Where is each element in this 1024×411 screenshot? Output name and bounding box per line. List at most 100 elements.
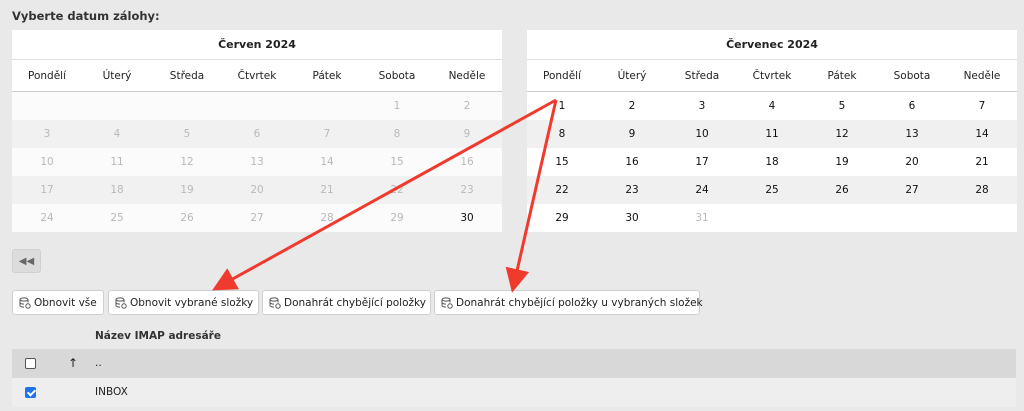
day-cell[interactable]: 2 bbox=[597, 91, 667, 120]
day-cell[interactable]: 23 bbox=[597, 176, 667, 204]
day-cell: 22 bbox=[362, 176, 432, 204]
weekday-header: Pátek bbox=[292, 59, 362, 92]
upload-missing-label: Donahrát chybějící položky bbox=[284, 296, 426, 309]
day-cell: 1 bbox=[362, 91, 432, 120]
calendar-week-row: 22 23 24 25 26 27 28 bbox=[527, 176, 1017, 204]
day-cell[interactable]: 4 bbox=[737, 91, 807, 120]
day-cell[interactable]: 1 bbox=[527, 91, 597, 120]
calendar-week-row: 3456789 bbox=[12, 120, 502, 148]
empty-day-cell bbox=[807, 204, 877, 232]
day-cell: 17 bbox=[12, 176, 82, 204]
empty-day-cell bbox=[82, 91, 152, 120]
day-cell[interactable]: 3 bbox=[667, 91, 737, 120]
day-cell[interactable]: 26 bbox=[807, 176, 877, 204]
row-checkbox[interactable] bbox=[25, 387, 36, 398]
day-cell: 11 bbox=[82, 148, 152, 176]
rewind-icon: ◀◀ bbox=[18, 255, 35, 267]
empty-day-cell bbox=[152, 91, 222, 120]
calendar-week-row: 12 bbox=[12, 91, 502, 120]
empty-day-cell bbox=[737, 204, 807, 232]
day-cell[interactable]: 6 bbox=[877, 91, 947, 120]
previous-month-button[interactable]: ◀◀ bbox=[12, 249, 41, 273]
day-cell[interactable]: 21 bbox=[947, 148, 1017, 176]
restore-all-button[interactable]: Obnovit vše bbox=[12, 290, 104, 315]
day-cell[interactable]: 18 bbox=[737, 148, 807, 176]
backup-date-prompt: Vyberte datum zálohy: bbox=[12, 9, 160, 23]
day-cell: 8 bbox=[362, 120, 432, 148]
empty-day-cell bbox=[222, 91, 292, 120]
day-cell[interactable]: 19 bbox=[807, 148, 877, 176]
day-cell: 7 bbox=[292, 120, 362, 148]
day-cell[interactable]: 17 bbox=[667, 148, 737, 176]
day-cell[interactable]: 14 bbox=[947, 120, 1017, 148]
calendar-title: Červenec 2024 bbox=[527, 30, 1017, 60]
day-cell: 2 bbox=[432, 91, 502, 120]
empty-day-cell bbox=[877, 204, 947, 232]
day-cell: 31 bbox=[667, 204, 737, 232]
empty-day-cell bbox=[947, 204, 1017, 232]
calendar-week-row: 15 16 17 18 19 20 21 bbox=[527, 148, 1017, 176]
arrow-up-icon[interactable]: ↑ bbox=[68, 356, 78, 370]
day-cell: 24 bbox=[12, 204, 82, 232]
day-cell[interactable]: 10 bbox=[667, 120, 737, 148]
database-restore-icon bbox=[441, 296, 453, 309]
day-cell: 18 bbox=[82, 176, 152, 204]
day-cell: 6 bbox=[222, 120, 292, 148]
day-cell[interactable]: 28 bbox=[947, 176, 1017, 204]
day-cell: 28 bbox=[292, 204, 362, 232]
weekday-header: Úterý bbox=[597, 59, 667, 92]
folder-name: INBOX bbox=[95, 386, 128, 398]
calendar-week-row: 24 25 26 27 28 29 30 bbox=[12, 204, 502, 232]
restore-all-label: Obnovit vše bbox=[34, 296, 97, 309]
folder-name-column-header[interactable]: Název IMAP adresáře bbox=[95, 330, 221, 342]
day-cell: 5 bbox=[152, 120, 222, 148]
day-cell[interactable]: 30 bbox=[432, 204, 502, 232]
row-checkbox[interactable] bbox=[25, 358, 36, 369]
empty-day-cell bbox=[292, 91, 362, 120]
table-row[interactable]: INBOX bbox=[12, 378, 1016, 407]
weekday-header: Středa bbox=[152, 59, 222, 92]
day-cell: 4 bbox=[82, 120, 152, 148]
upload-missing-button[interactable]: Donahrát chybějící položky bbox=[262, 290, 431, 315]
day-cell: 29 bbox=[362, 204, 432, 232]
calendar-june: Červen 2024 Pondělí Úterý Středa Čtvrtek Pát… bbox=[12, 30, 502, 232]
folder-name: .. bbox=[95, 357, 102, 369]
day-cell: 16 bbox=[432, 148, 502, 176]
weekday-header: Neděle bbox=[947, 59, 1017, 92]
day-cell[interactable]: 9 bbox=[597, 120, 667, 148]
day-cell: 15 bbox=[362, 148, 432, 176]
upload-missing-selected-label: Donahrát chybějící položky u vybraných s… bbox=[456, 296, 703, 309]
day-cell[interactable]: 24 bbox=[667, 176, 737, 204]
day-cell[interactable]: 8 bbox=[527, 120, 597, 148]
database-restore-icon bbox=[19, 296, 31, 309]
day-cell[interactable]: 15 bbox=[527, 148, 597, 176]
calendar-week-row: 10 11 12 13 14 15 16 bbox=[12, 148, 502, 176]
day-cell: 20 bbox=[222, 176, 292, 204]
upload-missing-selected-button[interactable]: Donahrát chybějící položky u vybraných s… bbox=[434, 290, 703, 315]
weekday-header: Sobota bbox=[362, 59, 432, 92]
day-cell: 21 bbox=[292, 176, 362, 204]
day-cell[interactable]: 29 bbox=[527, 204, 597, 232]
calendar-week-row: 1234567 bbox=[527, 91, 1017, 120]
day-cell: 12 bbox=[152, 148, 222, 176]
day-cell[interactable]: 12 bbox=[807, 120, 877, 148]
weekday-header: Čtvrtek bbox=[737, 59, 807, 92]
day-cell[interactable]: 27 bbox=[877, 176, 947, 204]
day-cell[interactable]: 16 bbox=[597, 148, 667, 176]
restore-selected-button[interactable]: Obnovit vybrané složky bbox=[108, 290, 259, 315]
day-cell: 25 bbox=[82, 204, 152, 232]
day-cell[interactable]: 7 bbox=[947, 91, 1017, 120]
day-cell[interactable]: 25 bbox=[737, 176, 807, 204]
day-cell[interactable]: 22 bbox=[527, 176, 597, 204]
day-cell: 23 bbox=[432, 176, 502, 204]
database-restore-icon bbox=[115, 296, 127, 309]
day-cell[interactable]: 13 bbox=[877, 120, 947, 148]
day-cell[interactable]: 11 bbox=[737, 120, 807, 148]
day-cell[interactable]: 5 bbox=[807, 91, 877, 120]
table-row[interactable]: ↑ .. bbox=[12, 349, 1016, 378]
day-cell[interactable]: 30 bbox=[597, 204, 667, 232]
day-cell[interactable]: 20 bbox=[877, 148, 947, 176]
restore-selected-label: Obnovit vybrané složky bbox=[130, 296, 254, 309]
day-cell: 27 bbox=[222, 204, 292, 232]
weekday-header: Sobota bbox=[877, 59, 947, 92]
